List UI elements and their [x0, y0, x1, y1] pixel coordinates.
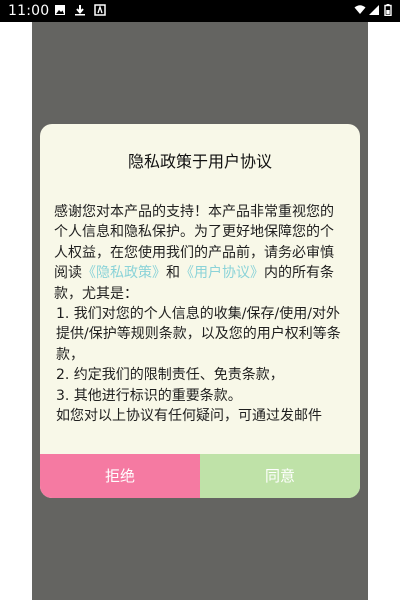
dialog-title: 隐私政策于用户协议 [127, 152, 272, 171]
contact-paragraph: 如您对以上协议有任何疑问，可通过发邮件 [56, 408, 322, 425]
user-agreement-link[interactable]: 《用户协议》 [180, 265, 264, 281]
agree-button[interactable]: 同意 [200, 454, 360, 498]
app-notification-icon [94, 4, 106, 16]
wifi-icon [354, 5, 366, 14]
image-notification-icon [55, 5, 65, 15]
privacy-policy-link[interactable]: 《隐私政策》 [82, 265, 166, 281]
signal-icon [369, 5, 379, 15]
policy-item-2: 2. 约定我们的限制责任、免责条款， [56, 367, 284, 384]
dialog-intro-paragraph: 感谢您对本产品的支持！本产品非常重视您的个人信息和隐私保护。为了更好地保障您的个… [54, 202, 346, 304]
status-time: 11:00 [8, 3, 50, 19]
download-notification-icon [75, 5, 85, 16]
policy-item-3: 3. 其他进行标识的重要条款。 [56, 387, 242, 404]
agree-button-label: 同意 [264, 467, 295, 485]
battery-icon [384, 4, 392, 16]
privacy-policy-dialog: 隐私政策于用户协议 感谢您对本产品的支持！本产品非常重视您的个人信息和隐私保护。… [40, 124, 360, 498]
status-bar: 11:00 [0, 0, 400, 22]
dialog-and-text: 和 [166, 265, 180, 282]
policy-item-1: 1. 我们对您的个人信息的收集/保存/使用/对外提供/保护等规则条款，以及您的用… [56, 306, 341, 363]
dialog-body[interactable]: 感谢您对本产品的支持！本产品非常重视您的个人信息和隐私保护。为了更好地保障您的个… [54, 202, 346, 454]
reject-button[interactable]: 拒绝 [40, 454, 200, 498]
reject-button-label: 拒绝 [104, 467, 135, 485]
